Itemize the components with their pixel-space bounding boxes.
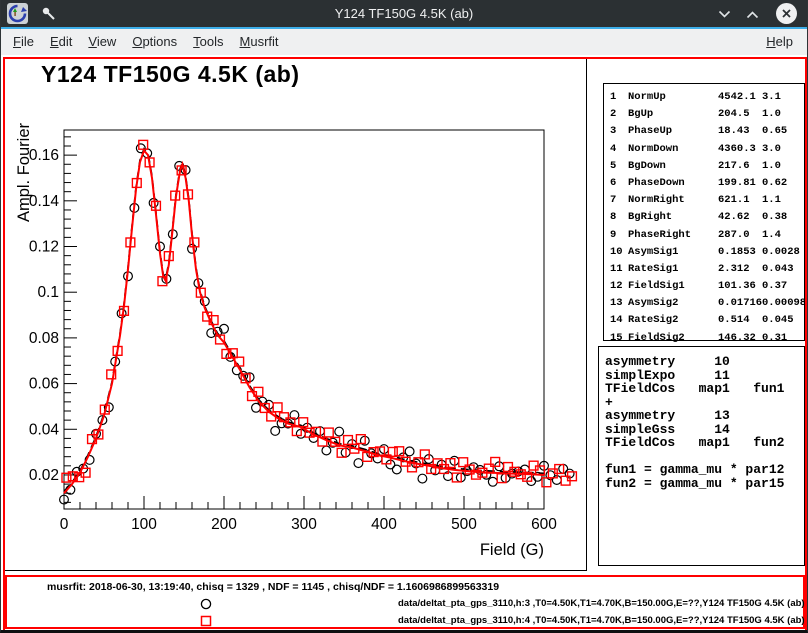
circle-marker-icon	[199, 597, 213, 611]
menu-item-help[interactable]: Help	[758, 29, 801, 55]
y-tick-label: 0.06	[29, 376, 59, 393]
menu-item-edit[interactable]: Edit	[42, 29, 80, 55]
data-point-square	[273, 403, 282, 412]
data-point-square	[324, 428, 333, 437]
data-point-circle	[488, 477, 497, 486]
legend-entry: data/deltat_pta_gps_3110,h:3 ,T0=4.50K,T…	[7, 596, 803, 612]
x-tick-label: 500	[451, 516, 477, 533]
parameter-row: 15FieldSig2146.320.31	[604, 330, 804, 347]
theory-line	[64, 151, 544, 494]
parameter-row: 2BgUp204.51.0	[604, 106, 804, 123]
data-point-circle	[322, 446, 331, 455]
data-point-circle	[405, 447, 414, 456]
app-window: Y124 TF150G 4.5K (ab) FileEditViewOption…	[0, 0, 808, 633]
parameter-row: 14RateSig20.5140.045	[604, 312, 804, 329]
y-axis-title: Ampl. Fourier	[15, 123, 33, 223]
parameter-row: 8BgRight42.620.38	[604, 209, 804, 226]
x-tick-label: 300	[291, 516, 317, 533]
theory-line-dashed	[64, 149, 544, 492]
y-tick-label: 0.02	[29, 467, 59, 484]
y-tick-label: 0.08	[29, 330, 59, 347]
menu-item-view[interactable]: View	[80, 29, 124, 55]
parameter-row: 13AsymSig20.017160.00098	[604, 295, 804, 312]
data-point-circle	[188, 244, 197, 253]
parameter-row: 9PhaseRight287.01.4	[604, 227, 804, 244]
window-titlebar[interactable]: Y124 TF150G 4.5K (ab)	[1, 0, 807, 27]
legend-label: data/deltat_pta_gps_3110,h:4 ,T0=4.50K,T…	[398, 615, 805, 626]
fourier-plot[interactable]: 0 100 200 300 400 500 600 0.02 0.04 0.06 0.08 0.1 0.…	[5, 59, 586, 570]
close-button[interactable]	[776, 3, 797, 24]
data-point-circle	[418, 474, 427, 483]
x-tick-label: 100	[131, 516, 157, 533]
legend-label: data/deltat_pta_gps_3110,h:3 ,T0=4.50K,T…	[398, 598, 805, 609]
x-tick-label: 400	[371, 516, 397, 533]
parameter-row: 6PhaseDown199.810.62	[604, 175, 804, 192]
y-tick-label: 0.14	[29, 193, 60, 210]
window-title: Y124 TF150G 4.5K (ab)	[1, 0, 807, 27]
parameter-row: 7NormRight621.11.1	[604, 192, 804, 209]
y-tick-label: 0.12	[29, 239, 59, 256]
square-marker-icon	[199, 614, 213, 628]
y-tick-label: 0.04	[29, 421, 60, 438]
x-tick-label: 0	[60, 516, 69, 533]
parameter-row: 10AsymSig10.18530.0028	[604, 244, 804, 261]
menu-item-musrfit[interactable]: Musrfit	[232, 29, 287, 55]
menubar: FileEditViewOptionsToolsMusrfit Help	[1, 29, 807, 55]
menu-item-options[interactable]: Options	[124, 29, 185, 55]
parameter-row: 12FieldSig1101.360.37	[604, 278, 804, 295]
parameter-row: 4NormDown4360.33.0	[604, 141, 804, 158]
menu-item-tools[interactable]: Tools	[185, 29, 231, 55]
parameter-row: 1NormUp4542.13.1	[604, 89, 804, 106]
root-canvas[interactable]: Y124 TF150G 4.5K (ab) 010020030040050060…	[1, 55, 808, 633]
x-tick-label: 600	[531, 516, 557, 533]
parameter-pad: 1NormUp4542.13.12BgUp204.51.03PhaseUp18.…	[603, 83, 805, 341]
legend-entry: data/deltat_pta_gps_3110,h:4 ,T0=4.50K,T…	[7, 613, 803, 629]
data-point-circle	[392, 465, 401, 474]
minimize-button[interactable]	[713, 5, 735, 23]
data-point-circle	[271, 427, 280, 436]
x-axis-title: Field (G)	[480, 541, 544, 559]
data-point-circle	[354, 459, 363, 468]
menu-item-file[interactable]: File	[5, 29, 42, 55]
data-point-circle	[335, 427, 344, 436]
y-tick-label: 0.16	[29, 147, 59, 164]
info-pad: musrfit: 2018-06-30, 13:19:40, chisq = 1…	[5, 575, 805, 629]
theory-pad: asymmetry 10 simplExpo 11 TFieldCos map1…	[598, 346, 805, 566]
parameter-row: 5BgDown217.61.0	[604, 158, 804, 175]
y-tick-label: 0.1	[37, 284, 59, 301]
fit-stats: musrfit: 2018-06-30, 13:19:40, chisq = 1…	[47, 581, 499, 593]
theory-text: asymmetry 10 simplExpo 11 TFieldCos map1…	[605, 355, 804, 490]
parameter-row: 11RateSig12.3120.043	[604, 261, 804, 278]
maximize-button[interactable]	[741, 5, 763, 23]
plot-pad[interactable]: Y124 TF150G 4.5K (ab) 010020030040050060…	[5, 59, 587, 571]
x-tick-label: 200	[211, 516, 237, 533]
parameter-row: 3PhaseUp18.430.65	[604, 123, 804, 140]
